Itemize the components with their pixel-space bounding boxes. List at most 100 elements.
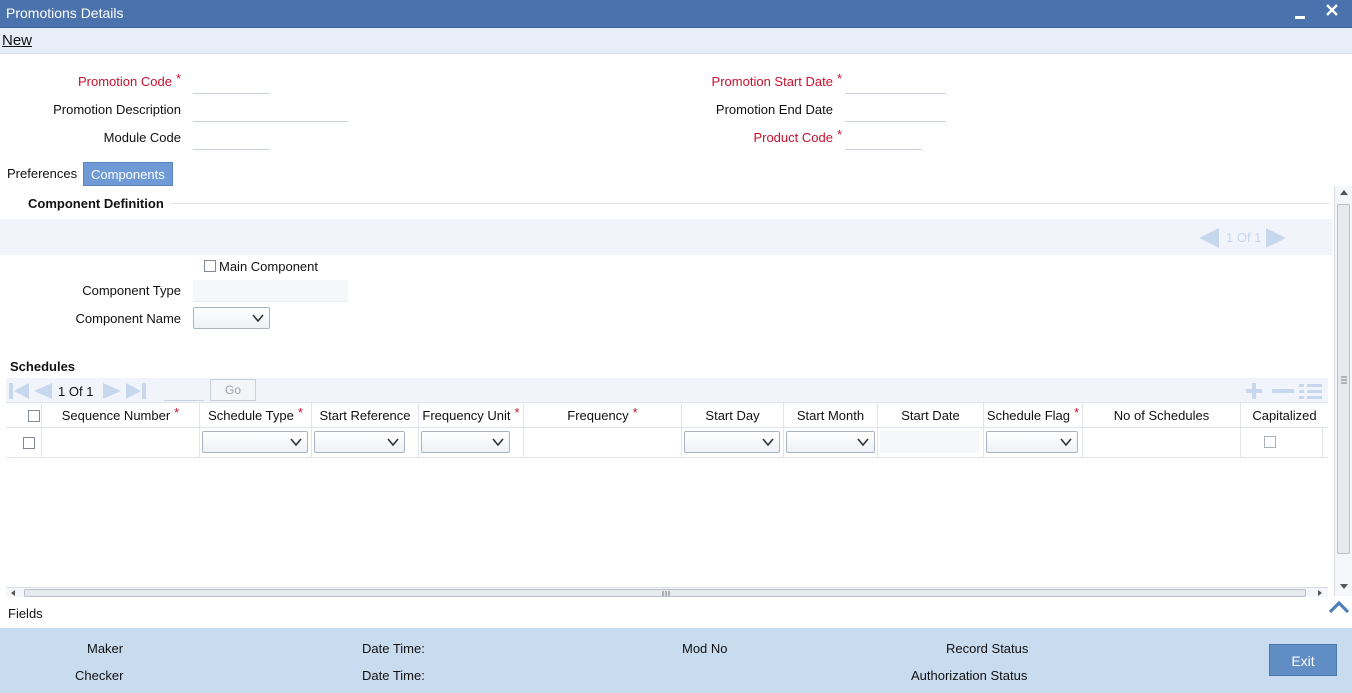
main-component-label: Main Component bbox=[219, 259, 318, 274]
previous-page-icon[interactable] bbox=[32, 381, 54, 401]
schedule-type-select[interactable] bbox=[202, 431, 308, 453]
schedule-flag-cell bbox=[984, 428, 1083, 458]
component-definition-title: Component Definition bbox=[28, 196, 164, 211]
promotion-start-date-label: Promotion Start Date * bbox=[711, 71, 842, 89]
horizontal-scrollbar[interactable] bbox=[6, 587, 1328, 597]
promotion-description-label: Promotion Description bbox=[53, 102, 181, 117]
row-select-checkbox[interactable] bbox=[23, 437, 35, 449]
sequence-number-cell[interactable] bbox=[42, 428, 200, 458]
component-pager-text: 1 Of 1 bbox=[1226, 230, 1262, 245]
close-icon[interactable] bbox=[1325, 3, 1339, 21]
column-header-sequence-number[interactable]: Sequence Number * bbox=[42, 403, 200, 429]
chevron-down-icon bbox=[492, 438, 504, 447]
schedules-grid-header: Sequence Number * Schedule Type * Start Re… bbox=[6, 402, 1328, 429]
start-reference-select[interactable] bbox=[314, 431, 405, 453]
next-record-icon[interactable] bbox=[1264, 227, 1288, 249]
column-header-schedule-flag[interactable]: Schedule Flag * bbox=[984, 403, 1083, 429]
promotion-start-date-input[interactable] bbox=[845, 72, 946, 94]
mod-no-label: Mod No bbox=[682, 641, 728, 656]
column-header-no-of-schedules[interactable]: No of Schedules bbox=[1083, 403, 1241, 429]
chevron-down-icon bbox=[1060, 438, 1072, 447]
column-header-start-date[interactable]: Start Date bbox=[878, 403, 984, 429]
vertical-scrollbar[interactable] bbox=[1334, 186, 1352, 596]
main-component-checkbox[interactable] bbox=[204, 260, 216, 272]
column-header-start-day[interactable]: Start Day bbox=[682, 403, 784, 429]
scroll-down-icon[interactable] bbox=[1339, 583, 1349, 591]
no-of-schedules-cell[interactable] bbox=[1083, 428, 1241, 458]
previous-record-icon[interactable] bbox=[1197, 227, 1221, 249]
chevron-down-icon bbox=[387, 438, 399, 447]
add-row-icon[interactable] bbox=[1242, 381, 1266, 401]
component-type-label: Component Type bbox=[82, 283, 181, 298]
start-date-input[interactable] bbox=[880, 431, 980, 453]
select-all-cell bbox=[6, 403, 42, 429]
column-header-frequency-unit[interactable]: Frequency Unit * bbox=[419, 403, 524, 429]
title-bar: Promotions Details bbox=[0, 0, 1352, 28]
checker-date-time-label: Date Time: bbox=[362, 668, 425, 683]
column-header-capitalized[interactable]: Capitalized bbox=[1241, 403, 1328, 429]
schedule-type-cell bbox=[200, 428, 312, 458]
tab-preferences[interactable]: Preferences bbox=[0, 162, 84, 186]
start-month-select[interactable] bbox=[786, 431, 875, 453]
exit-button[interactable]: Exit bbox=[1269, 644, 1337, 676]
schedules-toolbar: 1 Of 1 Go bbox=[6, 378, 1328, 404]
start-month-cell bbox=[784, 428, 878, 458]
promotion-end-date-input[interactable] bbox=[845, 100, 946, 122]
last-page-icon[interactable] bbox=[125, 381, 147, 401]
first-page-icon[interactable] bbox=[8, 381, 30, 401]
module-code-label: Module Code bbox=[103, 130, 181, 145]
start-day-select[interactable] bbox=[684, 431, 780, 453]
maker-label: Maker bbox=[87, 641, 124, 656]
scrollbar-thumb[interactable] bbox=[1337, 204, 1350, 554]
maker-date-time-label: Date Time: bbox=[362, 641, 425, 656]
column-header-start-reference[interactable]: Start Reference bbox=[312, 403, 419, 429]
horizontal-scrollbar-thumb[interactable] bbox=[24, 589, 1306, 597]
promotion-code-input[interactable] bbox=[193, 72, 270, 94]
promotion-end-date-label: Promotion End Date bbox=[715, 102, 833, 117]
capitalized-checkbox[interactable] bbox=[1264, 436, 1276, 448]
start-day-cell bbox=[682, 428, 784, 458]
frequency-unit-select[interactable] bbox=[421, 431, 510, 453]
column-header-frequency[interactable]: Frequency * bbox=[524, 403, 682, 429]
page-number-input[interactable] bbox=[164, 382, 204, 401]
chevron-up-icon[interactable] bbox=[1327, 598, 1351, 616]
delete-row-icon[interactable] bbox=[1270, 381, 1296, 401]
column-header-schedule-type[interactable]: Schedule Type * bbox=[200, 403, 312, 429]
schedule-flag-select[interactable] bbox=[986, 431, 1078, 453]
scroll-left-icon[interactable] bbox=[9, 589, 17, 597]
select-all-checkbox[interactable] bbox=[28, 410, 40, 422]
divider bbox=[170, 203, 1330, 204]
scroll-up-icon[interactable] bbox=[1339, 188, 1349, 196]
grip-icon bbox=[662, 591, 670, 596]
row-select-cell bbox=[6, 428, 42, 458]
fields-link[interactable]: Fields bbox=[8, 606, 43, 621]
promotion-description-input[interactable] bbox=[193, 100, 348, 122]
single-view-icon[interactable] bbox=[1298, 381, 1324, 401]
frequency-cell[interactable] bbox=[524, 428, 682, 458]
schedules-title: Schedules bbox=[10, 359, 76, 374]
go-button[interactable]: Go bbox=[210, 379, 256, 401]
chevron-down-icon bbox=[290, 438, 302, 447]
frequency-unit-cell bbox=[419, 428, 524, 458]
table-row bbox=[6, 428, 1328, 458]
component-name-label: Component Name bbox=[75, 311, 182, 326]
minimize-icon[interactable] bbox=[1294, 6, 1306, 24]
tab-components[interactable]: Components bbox=[83, 162, 173, 186]
new-link[interactable]: New bbox=[2, 32, 32, 49]
product-code-label: Product Code * bbox=[753, 127, 842, 145]
record-status-label: Record Status bbox=[946, 641, 1029, 656]
component-name-select[interactable] bbox=[193, 307, 270, 329]
audit-footer: Maker Checker Date Time: Date Time: Mod … bbox=[0, 628, 1352, 693]
promotion-code-label: Promotion Code * bbox=[77, 71, 181, 89]
product-code-input[interactable] bbox=[845, 128, 922, 150]
component-type-input[interactable] bbox=[193, 280, 348, 302]
column-header-start-month[interactable]: Start Month bbox=[784, 403, 878, 429]
module-code-input[interactable] bbox=[193, 128, 270, 150]
toolbar: New bbox=[0, 28, 1352, 54]
component-pager-band: 1 Of 1 bbox=[0, 219, 1332, 255]
authorization-status-label: Authorization Status bbox=[911, 668, 1028, 683]
checker-label: Checker bbox=[75, 668, 124, 683]
capitalized-cell bbox=[1241, 428, 1323, 458]
scroll-right-icon[interactable] bbox=[1316, 589, 1324, 597]
next-page-icon[interactable] bbox=[101, 381, 123, 401]
